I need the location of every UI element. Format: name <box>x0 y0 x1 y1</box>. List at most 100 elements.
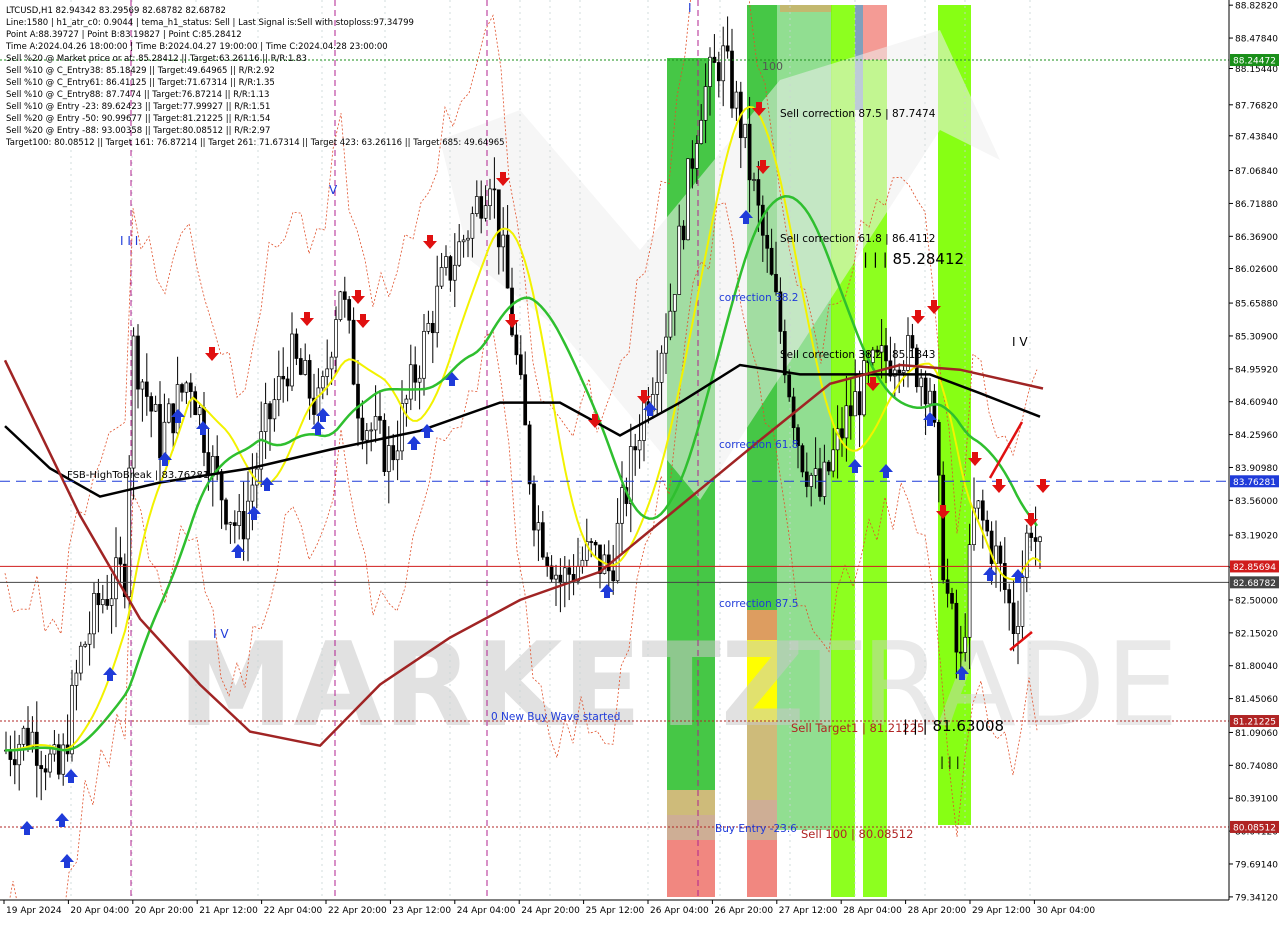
zone-band <box>667 840 715 897</box>
candle-bull <box>166 403 171 423</box>
buy-entry-label: Buy Entry -23.6 <box>715 823 797 835</box>
candle-bear <box>857 391 862 416</box>
label-100: 100 <box>762 60 783 73</box>
y-tick-label: 87.76820 <box>1235 101 1278 111</box>
candle-bull <box>303 360 308 375</box>
candle-bull <box>580 559 585 567</box>
y-tick-label: 86.36900 <box>1235 233 1278 243</box>
candle-bull <box>562 567 567 584</box>
x-tick-label: 26 Apr 20:00 <box>714 906 773 916</box>
candle-bull <box>263 403 268 433</box>
candle-bear <box>633 446 638 451</box>
x-tick-label: 20 Apr 20:00 <box>135 906 194 916</box>
x-tick-label: 28 Apr 20:00 <box>908 906 967 916</box>
candle-bear <box>567 567 572 575</box>
candle-bull <box>452 264 457 281</box>
candle-bull <box>83 643 88 647</box>
candle-bull <box>844 405 849 439</box>
candle-bear <box>787 374 792 398</box>
candle-bear <box>558 574 563 584</box>
candle-bull <box>620 487 624 524</box>
candle-bear <box>356 383 360 419</box>
level-price-label: 82.85694 <box>1233 563 1276 573</box>
candle-bull <box>853 391 858 417</box>
y-tick-label: 85.65880 <box>1235 300 1278 310</box>
info-line: Point A:88.39727 | Point B:83.19827 | Po… <box>6 30 242 40</box>
candle-bull <box>554 574 558 580</box>
candle-bear <box>589 541 594 543</box>
candle-bull <box>919 377 924 388</box>
candle-bear <box>800 445 805 473</box>
chart-svg[interactable]: MARKETZ TRADE FSB-HighToBreak | 83.76281… <box>0 0 1280 925</box>
candle-bear <box>360 417 365 441</box>
y-tick-label: 87.06840 <box>1235 167 1278 177</box>
candle-bull <box>809 475 814 487</box>
point-b-low-label: | | | 81.63008 <box>903 717 1004 735</box>
candle-bear <box>840 428 844 439</box>
candle-bear <box>378 416 382 421</box>
x-tick-label: 25 Apr 12:00 <box>586 906 645 916</box>
candle-bear <box>765 234 770 249</box>
correction-618-label: correction 61.8 <box>719 439 798 451</box>
zone-band <box>747 840 777 897</box>
chart-container[interactable]: MARKETZ TRADE FSB-HighToBreak | 83.76281… <box>0 0 1280 925</box>
y-tick-label: 82.15020 <box>1235 629 1278 639</box>
wave-label-iv-right: I V <box>1012 335 1028 349</box>
candle-bull <box>417 377 422 383</box>
candle-bear <box>910 335 915 349</box>
candle-bear <box>826 461 831 472</box>
candle-bear <box>12 759 17 766</box>
y-tick-label: 86.71880 <box>1235 200 1278 210</box>
candle-bear <box>848 405 853 417</box>
candle-bull <box>246 500 250 540</box>
candle-bull <box>422 331 426 379</box>
watermark-text-bold: MARKETZ <box>178 618 805 753</box>
candle-bull <box>325 368 330 377</box>
candle-bear <box>180 384 184 393</box>
candle-bull <box>259 431 264 470</box>
candle-bull <box>364 430 369 441</box>
candle-bull <box>708 56 712 87</box>
candle-bear <box>118 557 123 565</box>
candle-bear <box>96 593 101 606</box>
candle-bear <box>545 556 550 567</box>
candle-bear <box>294 333 299 359</box>
candle-bear <box>611 570 616 582</box>
candle-bull <box>228 522 233 525</box>
zone-band <box>667 815 715 840</box>
symbol-header: LTCUSD,H1 82.94342 83.29569 82.68782 82.… <box>6 6 226 16</box>
level-price-label: 83.76281 <box>1233 478 1276 488</box>
sell-correction-875-label: Sell correction 87.5 | 87.7474 <box>780 108 936 120</box>
candle-bear <box>716 62 721 82</box>
candle-bear <box>105 599 110 606</box>
candle-bull <box>694 143 699 169</box>
candle-bull <box>426 323 431 332</box>
candle-bull <box>100 599 105 606</box>
candle-bear <box>527 424 532 485</box>
candle-bull <box>822 461 827 497</box>
y-tick-label: 87.43840 <box>1235 132 1278 142</box>
candle-bull <box>140 381 145 390</box>
candle-bear <box>747 123 752 181</box>
y-tick-label: 83.90980 <box>1235 464 1278 474</box>
info-line: Line:1580 | h1_atr_c0: 0.9044 | tema_h1_… <box>6 18 414 28</box>
point-c-label: | | | 85.28412 <box>863 250 964 268</box>
sell-correction-382-label: Sell correction 38.2 | 85.1843 <box>780 349 935 361</box>
candle-bull <box>976 500 981 509</box>
info-line: Time A:2024.04.26 18:00:00 | Time B:2024… <box>5 42 388 52</box>
candle-bear <box>804 471 809 487</box>
wave-label-v: V <box>329 183 338 197</box>
info-line: Sell %10 @ C_Entry38: 85.18429 || Target… <box>6 66 275 76</box>
candle-bull <box>457 241 462 266</box>
candle-bull <box>21 727 26 745</box>
candle-bull <box>272 399 277 420</box>
candle-bear <box>532 483 536 531</box>
candle-bear <box>479 196 484 219</box>
x-tick-label: 27 Apr 12:00 <box>779 906 838 916</box>
y-tick-label: 79.34120 <box>1235 893 1278 903</box>
candle-bear <box>1033 537 1038 542</box>
level-price-label: 81.21225 <box>1233 718 1276 728</box>
y-tick-label: 88.47840 <box>1235 35 1278 45</box>
candle-bull <box>78 645 83 674</box>
candle-bear <box>39 765 44 770</box>
